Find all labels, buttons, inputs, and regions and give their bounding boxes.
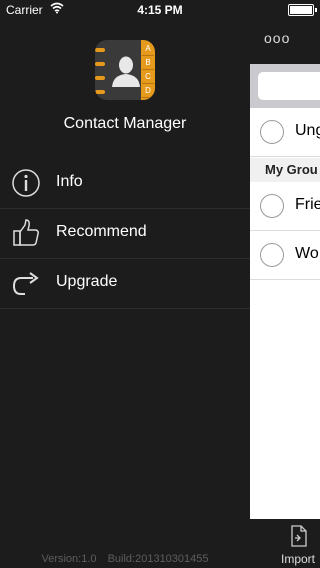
group-label: Wo [295,245,319,262]
version-label: Version:1.0 [41,553,97,565]
radio-button[interactable] [260,194,284,218]
radio-button[interactable] [260,243,284,267]
menu-item-upgrade[interactable]: Upgrade [0,258,250,309]
thumbs-up-icon [11,218,41,248]
app-title: Contact Manager [63,115,187,132]
upgrade-arrow-icon [11,268,41,298]
menu-item-label: Info [56,173,83,190]
group-label: Frie [295,196,320,213]
search-bar [250,64,320,108]
version-info: Version:1.0 Build:201310301455 [0,553,250,565]
group-row-ungrouped[interactable]: Ung [250,108,320,157]
tab-import-label[interactable]: Import [281,552,315,566]
battery-icon [288,4,317,16]
group-row-friends[interactable]: Frie [250,182,320,231]
group-row-work[interactable]: Wo [250,231,320,280]
side-menu: A B C D Contact Manager Info Recommend U… [0,0,250,568]
section-header-label: My Grou [265,162,318,177]
import-icon [290,525,308,552]
icon-tab-a: A [142,42,154,56]
menu-item-label: Recommend [56,223,147,240]
search-input[interactable] [258,72,320,100]
group-label: Ung [295,122,320,139]
more-button[interactable]: ooo [264,30,290,46]
icon-tab-c: C [142,70,154,84]
icon-tab-d: D [142,84,154,98]
tab-bar: Import [250,519,320,568]
menu-item-recommend[interactable]: Recommend [0,208,250,259]
menu-item-label: Upgrade [56,273,118,290]
groups-panel: ooo Ung My Grou Frie Wo Import [250,0,320,568]
icon-tab-b: B [142,56,154,70]
radio-button[interactable] [260,120,284,144]
status-bar: Carrier 4:15 PM [0,0,320,20]
app-logo-icon: A B C D [95,40,155,100]
info-icon [11,168,41,198]
menu-item-info[interactable]: Info [0,158,250,209]
build-label: Build:201310301455 [107,553,209,565]
section-header: My Grou [250,158,320,183]
status-time: 4:15 PM [137,3,183,17]
